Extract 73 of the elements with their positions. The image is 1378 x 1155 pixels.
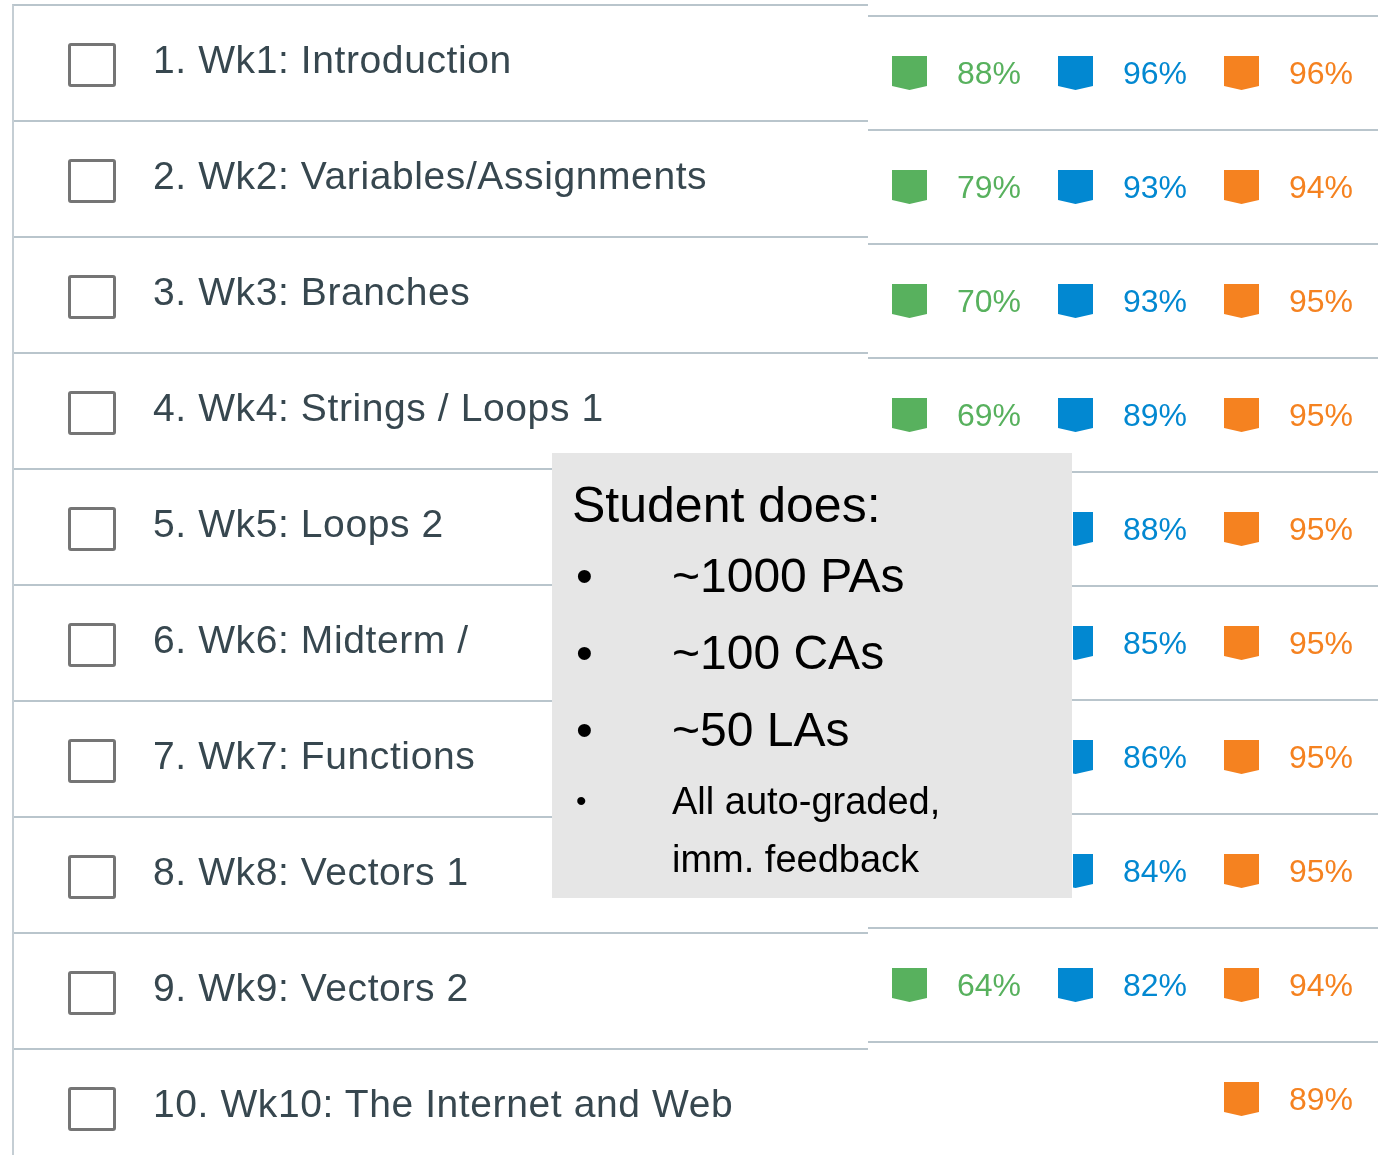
percentage-text: 93%: [1123, 282, 1188, 320]
bullet-text: ~100 CAs: [672, 625, 886, 681]
percentage-text: 89%: [1289, 1080, 1354, 1118]
banner-icon: [892, 968, 927, 1002]
chapter-title[interactable]: 6. Wk6: Midterm /: [153, 618, 469, 662]
percentage-text: 94%: [1289, 168, 1354, 206]
chapter-title[interactable]: 4. Wk4: Strings / Loops 1: [153, 386, 604, 430]
checkbox[interactable]: [68, 623, 116, 667]
banner-icon: [1058, 56, 1093, 90]
checkbox[interactable]: [68, 43, 116, 87]
percentage-text: 84%: [1123, 852, 1188, 890]
percentage-text: 95%: [1289, 624, 1354, 662]
percentage-text: 95%: [1289, 510, 1354, 548]
percentage-text: 95%: [1289, 738, 1354, 776]
banner-icon: [892, 56, 927, 90]
chapter-title[interactable]: 7. Wk7: Functions: [153, 734, 476, 778]
percentage-text: 94%: [1289, 966, 1354, 1004]
chapter-title[interactable]: 1. Wk1: Introduction: [153, 38, 512, 82]
banner-icon: [1224, 1082, 1259, 1116]
bullet-icon: •: [572, 691, 672, 768]
percentage-text: 96%: [1123, 54, 1188, 92]
checkbox[interactable]: [68, 507, 116, 551]
banner-icon: [892, 170, 927, 204]
banner-icon: [1224, 56, 1259, 90]
percentage-text: 70%: [957, 282, 1022, 320]
percentage-text: 96%: [1289, 54, 1354, 92]
percentage-text: 86%: [1123, 738, 1188, 776]
checkbox[interactable]: [68, 971, 116, 1015]
banner-icon: [1224, 854, 1259, 888]
percentage-text: 93%: [1123, 168, 1188, 206]
chapter-title[interactable]: 10. Wk10: The Internet and Web: [153, 1082, 734, 1126]
banner-icon: [1224, 626, 1259, 660]
bullet-text: ~1000 PAs: [672, 548, 906, 604]
checkbox[interactable]: [68, 275, 116, 319]
checkbox[interactable]: [68, 855, 116, 899]
banner-icon: [1058, 170, 1093, 204]
chapter-title[interactable]: 3. Wk3: Branches: [153, 270, 471, 314]
bullet-text: ~50 LAs: [672, 702, 851, 758]
percentage-text: 69%: [957, 396, 1022, 434]
banner-icon: [1224, 398, 1259, 432]
bullet-text: All auto-graded, imm. feedback: [672, 779, 942, 882]
bullet-icon: •: [572, 614, 672, 691]
banner-icon: [1224, 968, 1259, 1002]
chapter-title[interactable]: 2. Wk2: Variables/Assignments: [153, 154, 708, 198]
percentage-text: 79%: [957, 168, 1022, 206]
percentage-text: 89%: [1123, 396, 1188, 434]
banner-icon: [1224, 170, 1259, 204]
percentage-text: 85%: [1123, 624, 1188, 662]
percentage-text: 88%: [1123, 510, 1188, 548]
percentage-text: 95%: [1289, 852, 1354, 890]
banner-icon: [1224, 512, 1259, 546]
chapter-title[interactable]: 8. Wk8: Vectors 1: [153, 850, 469, 894]
bullet-icon: •: [572, 772, 672, 888]
banner-icon: [892, 284, 927, 318]
chapter-title[interactable]: 9. Wk9: Vectors 2: [153, 966, 469, 1010]
chapter-title[interactable]: 5. Wk5: Loops 2: [153, 502, 444, 546]
banner-icon: [1058, 968, 1093, 1002]
banner-icon: [892, 398, 927, 432]
percentage-text: 82%: [1123, 966, 1188, 1004]
banner-icon: [1224, 284, 1259, 318]
bullet-icon: •: [572, 537, 672, 614]
percentage-text: 88%: [957, 54, 1022, 92]
checkbox[interactable]: [68, 739, 116, 783]
callout-title: Student does:: [572, 476, 882, 535]
percentage-text: 95%: [1289, 396, 1354, 434]
banner-icon: [1058, 398, 1093, 432]
percentage-text: 95%: [1289, 282, 1354, 320]
checkbox[interactable]: [68, 1087, 116, 1131]
banner-icon: [1058, 284, 1093, 318]
checkbox[interactable]: [68, 391, 116, 435]
checkbox[interactable]: [68, 159, 116, 203]
banner-icon: [1224, 740, 1259, 774]
percentage-text: 64%: [957, 966, 1022, 1004]
